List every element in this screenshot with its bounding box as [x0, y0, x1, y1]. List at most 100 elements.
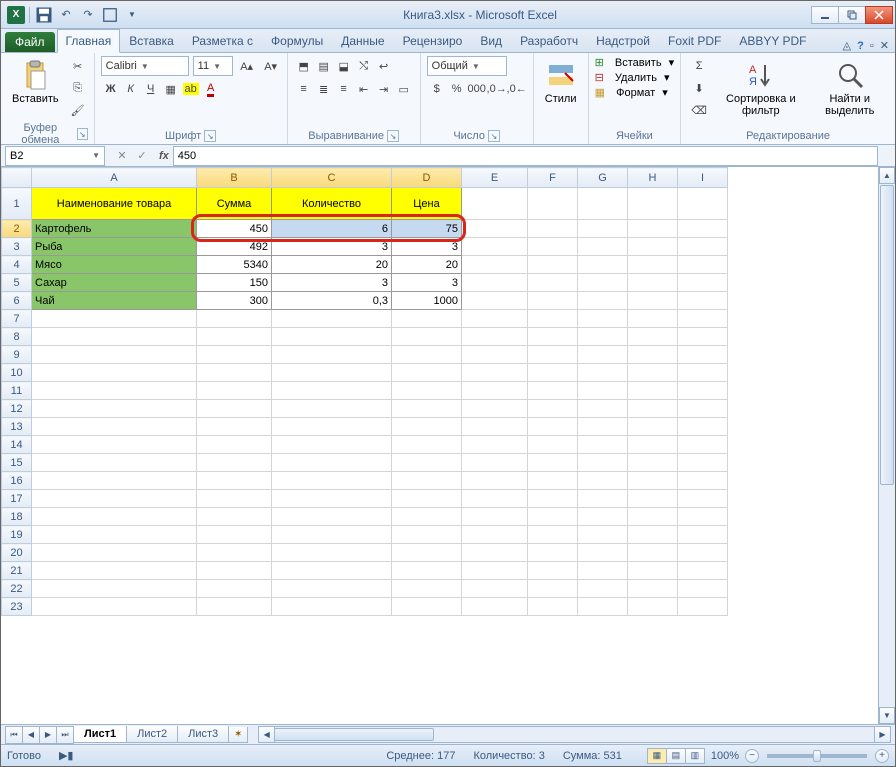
number-format-combo[interactable]: Общий▼ — [427, 56, 507, 76]
cell[interactable] — [628, 526, 678, 544]
cell[interactable] — [528, 256, 578, 274]
cell[interactable] — [628, 346, 678, 364]
cell[interactable] — [528, 328, 578, 346]
cell[interactable] — [578, 526, 628, 544]
qat-customize-icon[interactable]: ▼ — [122, 5, 142, 25]
view-normal-icon[interactable]: ▦ — [647, 748, 667, 764]
tab-foxit pdf[interactable]: Foxit PDF — [659, 29, 730, 52]
format-painter-icon[interactable]: 🖌 — [68, 100, 88, 120]
help-icon[interactable]: ? — [857, 40, 864, 52]
cell[interactable] — [578, 188, 628, 220]
formula-input[interactable]: 450 — [173, 146, 878, 166]
cell[interactable] — [392, 364, 462, 382]
cell[interactable] — [678, 454, 728, 472]
spreadsheet-grid[interactable]: ABCDEFGHI1Наименование товараСуммаКоличе… — [1, 167, 728, 616]
comma-icon[interactable]: 000 — [467, 79, 487, 99]
border-icon[interactable]: ▦ — [161, 79, 181, 99]
decrease-decimal-icon[interactable]: ,0← — [507, 79, 527, 99]
cell[interactable] — [628, 562, 678, 580]
cell[interactable] — [392, 490, 462, 508]
cell[interactable] — [462, 508, 528, 526]
cell[interactable] — [628, 328, 678, 346]
cell[interactable]: 6 — [272, 220, 392, 238]
cell[interactable] — [197, 382, 272, 400]
cell[interactable]: Цена — [392, 188, 462, 220]
cell[interactable] — [528, 292, 578, 310]
cell[interactable] — [628, 274, 678, 292]
cell[interactable]: 3 — [392, 274, 462, 292]
cell[interactable] — [528, 598, 578, 616]
cell[interactable] — [678, 436, 728, 454]
cell[interactable] — [462, 544, 528, 562]
col-header-F[interactable]: F — [528, 168, 578, 188]
cell[interactable]: 300 — [197, 292, 272, 310]
cell[interactable] — [197, 310, 272, 328]
clipboard-launcher-icon[interactable]: ↘ — [77, 128, 88, 140]
scroll-down-icon[interactable]: ▼ — [879, 707, 895, 724]
row-header[interactable]: 23 — [2, 598, 32, 616]
cell[interactable] — [678, 490, 728, 508]
cell[interactable] — [32, 436, 197, 454]
italic-button[interactable]: К — [121, 79, 141, 99]
close-button[interactable] — [865, 6, 893, 24]
cell[interactable] — [528, 526, 578, 544]
horizontal-scrollbar[interactable]: ◀ ▶ — [258, 726, 891, 743]
align-left-icon[interactable]: ≡ — [294, 79, 314, 99]
row-header[interactable]: 14 — [2, 436, 32, 454]
maximize-button[interactable] — [838, 6, 866, 24]
cell[interactable] — [462, 188, 528, 220]
paste-button[interactable]: Вставить — [7, 56, 64, 108]
cell[interactable] — [272, 526, 392, 544]
cell[interactable]: Наименование товара — [32, 188, 197, 220]
cell[interactable] — [578, 400, 628, 418]
cell[interactable] — [392, 454, 462, 472]
scroll-up-icon[interactable]: ▲ — [879, 167, 895, 184]
cell[interactable] — [197, 472, 272, 490]
cell[interactable] — [678, 544, 728, 562]
cell[interactable] — [197, 544, 272, 562]
copy-icon[interactable]: ⎘ — [68, 78, 88, 98]
cell[interactable] — [628, 382, 678, 400]
tab-формулы[interactable]: Формулы — [262, 29, 332, 52]
cell[interactable] — [392, 310, 462, 328]
cell[interactable] — [578, 328, 628, 346]
cell[interactable] — [272, 544, 392, 562]
cut-icon[interactable]: ✂ — [68, 56, 88, 76]
cell[interactable] — [32, 598, 197, 616]
cell[interactable] — [462, 274, 528, 292]
view-page-break-icon[interactable]: ▥ — [685, 748, 705, 764]
orientation-icon[interactable]: ⤭ — [354, 56, 374, 76]
cell[interactable] — [462, 292, 528, 310]
cell[interactable] — [628, 418, 678, 436]
cell[interactable] — [628, 364, 678, 382]
cell[interactable] — [578, 598, 628, 616]
cell[interactable]: 450 — [197, 220, 272, 238]
cell[interactable] — [272, 436, 392, 454]
alignment-launcher-icon[interactable]: ↘ — [387, 130, 399, 142]
align-center-icon[interactable]: ≣ — [314, 79, 334, 99]
row-header[interactable]: 3 — [2, 238, 32, 256]
decrease-indent-icon[interactable]: ⇤ — [354, 79, 374, 99]
cell[interactable] — [678, 188, 728, 220]
clear-icon[interactable]: ⌫ — [687, 100, 711, 120]
cell[interactable] — [392, 580, 462, 598]
cell[interactable] — [197, 364, 272, 382]
cell[interactable] — [197, 436, 272, 454]
cell[interactable] — [628, 508, 678, 526]
tab-вставка[interactable]: Вставка — [120, 29, 183, 52]
cell[interactable] — [528, 418, 578, 436]
cell[interactable] — [392, 526, 462, 544]
cell[interactable] — [578, 382, 628, 400]
cell[interactable] — [678, 292, 728, 310]
cell[interactable] — [528, 364, 578, 382]
tab-рецензиро[interactable]: Рецензиро — [394, 29, 472, 52]
cell[interactable] — [578, 490, 628, 508]
row-header[interactable]: 1 — [2, 188, 32, 220]
cell[interactable] — [528, 400, 578, 418]
cell[interactable]: 3 — [272, 238, 392, 256]
cell[interactable] — [32, 310, 197, 328]
cell[interactable] — [462, 580, 528, 598]
cell[interactable] — [197, 562, 272, 580]
cell[interactable] — [528, 562, 578, 580]
cell[interactable] — [678, 346, 728, 364]
